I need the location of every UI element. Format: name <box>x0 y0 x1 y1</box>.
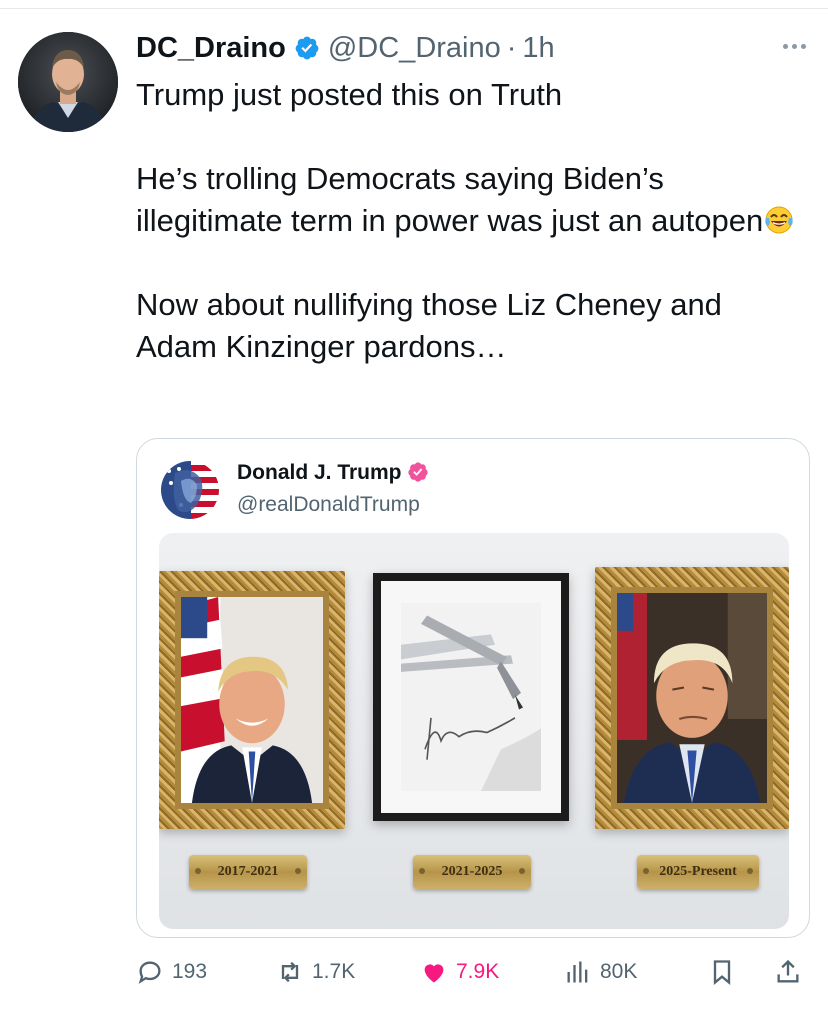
tweet-paragraph: Trump just posted this on Truth <box>136 77 563 112</box>
share-icon <box>777 959 799 983</box>
author-display-name[interactable]: DC_Draino <box>136 32 286 65</box>
like-button[interactable]: 7.9K <box>420 952 499 992</box>
verified-badge-icon <box>295 36 319 60</box>
tweet-paragraph: He’s trolling Democrats saying Biden’s i… <box>136 158 806 242</box>
quoted-author-handle[interactable]: @realDonaldTrump <box>237 493 420 517</box>
bookmark-button[interactable] <box>708 952 736 992</box>
views-button[interactable]: 80K <box>564 952 637 992</box>
face-with-tears-of-joy-icon <box>765 206 793 234</box>
tweet-header: DC_Draino @DC_Draino · 1h <box>136 30 555 66</box>
author-handle[interactable]: @DC_Draino <box>328 32 501 65</box>
reply-button[interactable]: 193 <box>136 952 207 992</box>
author-avatar[interactable] <box>18 32 118 132</box>
like-count: 7.9K <box>456 960 500 983</box>
views-chart-icon <box>567 961 588 983</box>
views-count: 80K <box>600 960 638 983</box>
quoted-author-name[interactable]: Donald J. Trump <box>237 461 402 485</box>
quoted-post-card[interactable]: Donald J. Trump @realDonaldTrump 2017-20… <box>136 438 810 938</box>
middle-autopen-frame <box>373 573 569 821</box>
reply-count: 193 <box>172 960 208 983</box>
tweet-timestamp[interactable]: 1h <box>522 32 554 65</box>
top-divider <box>0 8 828 9</box>
more-options-icon[interactable] <box>783 44 806 49</box>
verified-badge-icon <box>408 462 428 482</box>
portrait-2017-image <box>181 597 323 803</box>
tweet-paragraph: Now about nullifying those Liz Cheney an… <box>136 287 722 364</box>
autopen-signature-image <box>401 603 541 791</box>
header-separator: · <box>506 31 517 64</box>
plaque-2025-present: 2025-Present <box>637 855 759 889</box>
heart-icon <box>424 964 444 983</box>
bookmark-icon <box>713 960 731 985</box>
quoted-post-image[interactable]: 2017-2021 2021-2025 2025-Present <box>159 533 789 929</box>
left-portrait-frame <box>159 571 345 829</box>
right-portrait-frame <box>595 567 789 829</box>
repost-icon <box>281 961 299 983</box>
repost-count: 1.7K <box>312 960 356 983</box>
plaque-2021-2025: 2021-2025 <box>413 855 531 889</box>
share-button[interactable] <box>774 952 802 992</box>
quoted-author-avatar[interactable] <box>161 461 219 519</box>
repost-button[interactable]: 1.7K <box>276 952 355 992</box>
reply-icon <box>138 961 161 984</box>
portrait-2025-image <box>617 593 767 803</box>
tweet-text: Trump just posted this on Truth He’s tro… <box>136 74 806 368</box>
plaque-2017-2021: 2017-2021 <box>189 855 307 889</box>
tweet-action-bar: 193 1.7K 7.9K 80K <box>136 952 808 992</box>
